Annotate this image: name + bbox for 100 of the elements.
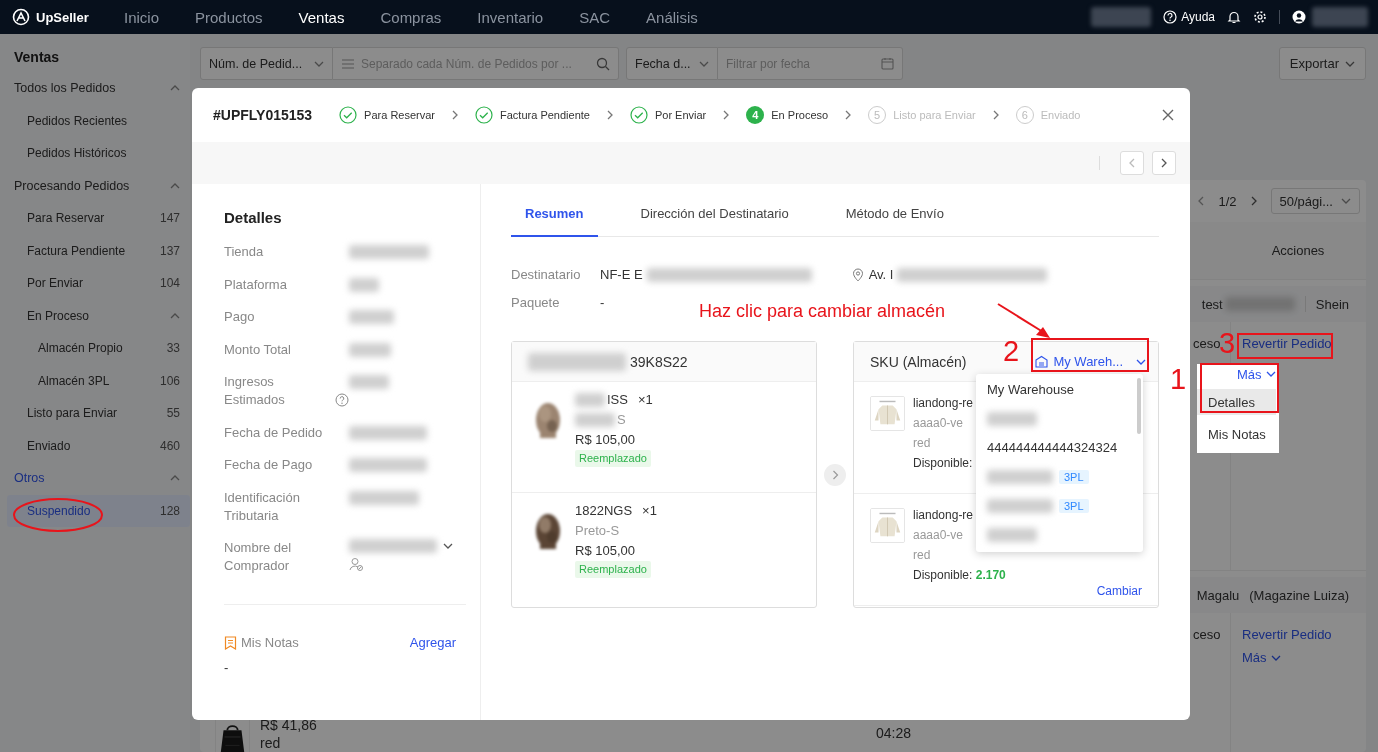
- menu-item[interactable]: 444444444444324324: [976, 433, 1143, 462]
- item-count: 33: [166, 341, 180, 356]
- logo-icon: [12, 8, 30, 26]
- person-edit-icon: [349, 557, 363, 571]
- redacted-text: [1091, 7, 1152, 27]
- menu-item[interactable]: My Warehouse: [976, 375, 1143, 404]
- field-label: Fecha de Pedido: [224, 423, 324, 442]
- sidebar-item[interactable]: Todos los Pedidos: [0, 72, 190, 105]
- redacted-text: [349, 375, 389, 389]
- variant-text: S: [617, 411, 626, 429]
- chevron-down-icon: [1265, 369, 1276, 379]
- sku-name: liandong-re: [913, 507, 974, 524]
- field-label: Ingresos Estimados: [224, 373, 286, 409]
- recipient-name: NF-E E: [600, 266, 643, 284]
- quantity-text: ×1: [642, 502, 657, 520]
- field-label: Fecha de Pago: [224, 456, 314, 474]
- step-marker: 3: [1219, 328, 1236, 358]
- redacted-text: [987, 527, 1037, 542]
- price-text: R$ 105,00: [575, 542, 636, 560]
- sidebar-item[interactable]: Almacén 3PL 106: [0, 364, 190, 397]
- menu-item[interactable]: 3PL: [976, 491, 1143, 520]
- nav-link[interactable]: Inventario: [477, 8, 544, 26]
- field-label: Nombre del Comprador: [224, 539, 293, 575]
- more-link[interactable]: Más: [1242, 650, 1281, 665]
- variant-text: red: [913, 547, 931, 564]
- change-link[interactable]: Cambiar: [1096, 581, 1142, 601]
- redacted-text: [987, 411, 1037, 426]
- warehouse-icon: [1035, 355, 1049, 368]
- column-header: SKU (Almacén): [870, 353, 967, 370]
- export-button[interactable]: Exportar: [1278, 47, 1366, 80]
- step-marker: 1: [1170, 364, 1187, 394]
- sidebar-item[interactable]: En Proceso: [0, 299, 190, 332]
- sidebar-item[interactable]: Por Enviar 104: [0, 267, 190, 300]
- field-label: Destinatario: [511, 266, 582, 284]
- menu-item[interactable]: Detalles: [1197, 389, 1276, 415]
- warehouse-tag: 3PL: [1059, 469, 1089, 484]
- nav-link[interactable]: Análisis: [646, 8, 698, 26]
- field-label: Identificación Tributaria: [224, 488, 301, 525]
- menu-item[interactable]: 3PL: [976, 462, 1143, 491]
- field-label: Monto Total: [224, 340, 292, 359]
- revert-link[interactable]: Revertir Pedido: [1242, 627, 1332, 642]
- help-link[interactable]: Ayuda: [1163, 10, 1215, 24]
- sidebar-item[interactable]: Otros: [0, 462, 190, 495]
- order-item-code: 39K8S22: [630, 353, 688, 370]
- page-size-select[interactable]: 50/pági...: [1270, 188, 1360, 214]
- field-label: Paquete: [511, 294, 561, 312]
- bell-icon[interactable]: [1227, 10, 1241, 24]
- sku-code: aaaa0-ve: [913, 527, 964, 544]
- field-label: Tienda: [224, 243, 265, 261]
- nav-link[interactable]: Inicio: [124, 8, 160, 26]
- close-icon[interactable]: [1162, 109, 1174, 121]
- item-count: 137: [159, 243, 180, 258]
- settings-icon[interactable]: [1253, 10, 1267, 24]
- step-label: Para Reservar: [364, 109, 436, 121]
- revert-link[interactable]: Revertir Pedido: [1242, 336, 1332, 351]
- status-text: ceso: [1193, 336, 1221, 351]
- logo-text: UpSeller: [36, 9, 89, 25]
- status-text: ceso: [1193, 627, 1221, 642]
- warehouse-select[interactable]: My Wareh...: [1035, 354, 1146, 369]
- nav-link[interactable]: Compras: [380, 8, 442, 26]
- platform-note: (Magazine Luiza): [1249, 587, 1349, 603]
- sidebar-item[interactable]: Factura Pendiente 137: [0, 234, 190, 267]
- price-text: R$ 105,00: [575, 431, 636, 449]
- sidebar-item[interactable]: Pedidos Recientes: [0, 104, 190, 137]
- status-tag: Reemplazado: [575, 561, 651, 578]
- chevron-down-icon: [1341, 196, 1351, 206]
- time-text: 04:28: [876, 725, 912, 741]
- sidebar-item[interactable]: Suspendido 128: [7, 494, 190, 527]
- nav-link[interactable]: Productos: [195, 8, 263, 26]
- platform-name: Shein: [1315, 296, 1349, 312]
- annotation-arrow: [997, 303, 1050, 338]
- tab[interactable]: Dirección del Destinatario: [626, 196, 803, 237]
- redacted-text: [575, 413, 615, 427]
- platform-name: Magalu: [1196, 587, 1240, 603]
- step-label: Enviado: [1040, 109, 1081, 121]
- warehouse-tag: 3PL: [1059, 498, 1089, 513]
- redacted-text: [349, 342, 391, 357]
- search-icon: [596, 56, 610, 71]
- user-icon[interactable]: [1292, 10, 1306, 24]
- sidebar-item[interactable]: Enviado 460: [0, 429, 190, 462]
- tab[interactable]: Método de Envío: [831, 196, 958, 237]
- sidebar-item[interactable]: Para Reservar 147: [0, 202, 190, 235]
- redacted-text: [1312, 7, 1368, 27]
- add-link[interactable]: Agregar: [409, 634, 456, 652]
- item-count: 55: [166, 406, 180, 421]
- nav-link[interactable]: SAC: [579, 8, 611, 26]
- nav-link[interactable]: Ventas: [298, 8, 345, 26]
- sidebar-item[interactable]: Procesando Pedidos: [0, 169, 190, 202]
- address-text: Av. I: [868, 266, 894, 284]
- stock-text: Disponible:: [913, 455, 973, 472]
- sidebar-item[interactable]: Listo para Enviar 55: [0, 397, 190, 430]
- tab[interactable]: Resumen: [511, 196, 598, 237]
- sidebar-item[interactable]: Pedidos Históricos: [0, 137, 190, 170]
- sidebar-item[interactable]: Almacén Propio 33: [0, 332, 190, 365]
- list-icon: [341, 57, 355, 70]
- redacted-text: [349, 490, 419, 505]
- field-label: Pago: [224, 308, 256, 326]
- field-select[interactable]: Núm. de Pedid...: [200, 47, 333, 80]
- page-indicator: 1/2: [1218, 193, 1237, 209]
- field-select[interactable]: Fecha d...: [626, 47, 718, 80]
